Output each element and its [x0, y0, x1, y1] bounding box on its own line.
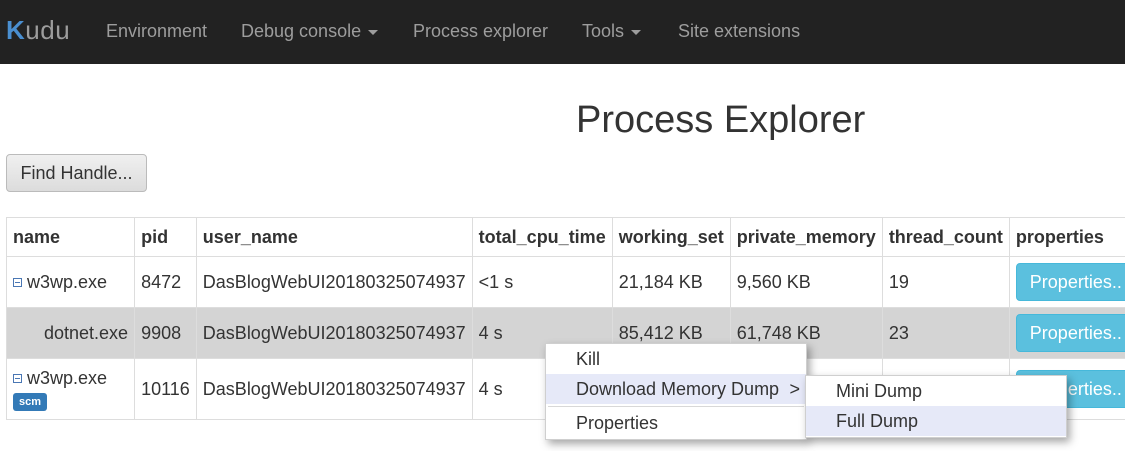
column-header-private-memory: private_memory	[729, 217, 883, 257]
user-name-cell: DasBlogWebUI20180325074937	[195, 307, 473, 359]
nav-site-extensions[interactable]: Site extensions	[678, 20, 800, 42]
nav-tools[interactable]: Tools	[582, 20, 642, 42]
column-header-user-name: user_name	[195, 217, 473, 257]
kudu-logo[interactable]: Kudu	[6, 14, 70, 46]
thread-count-cell: 23	[881, 307, 1010, 359]
pid-cell: 8472	[134, 256, 197, 308]
nav-environment[interactable]: Environment	[106, 20, 207, 42]
page-title: Process Explorer	[576, 99, 866, 141]
process-name-cell[interactable]: w3wp.exe	[5, 256, 136, 308]
properties-button[interactable]: Properties..	[1015, 263, 1125, 301]
properties-button[interactable]: Properties..	[1015, 314, 1125, 352]
nav-debug-console[interactable]: Debug console	[241, 20, 379, 42]
working-set-cell: 21,184 KB	[611, 256, 731, 308]
memory-dump-submenu: Mini Dump Full Dump	[805, 375, 1067, 438]
nav-process-explorer[interactable]: Process explorer	[413, 20, 548, 42]
private-memory-cell: 9,560 KB	[729, 256, 883, 308]
column-header-name: name	[5, 217, 136, 257]
user-name-cell: DasBlogWebUI20180325074937	[195, 256, 473, 308]
process-name-cell[interactable]: dotnet.exe	[5, 307, 136, 359]
scm-badge: scm	[13, 392, 48, 411]
column-header-thread-count: thread_count	[881, 217, 1010, 257]
column-header-pid: pid	[134, 217, 197, 257]
menu-item-properties[interactable]: Properties	[546, 408, 806, 438]
submenu-arrow-icon: >	[789, 379, 800, 399]
menu-item-download-memory-dump[interactable]: Download Memory Dump >	[546, 374, 806, 404]
table-row[interactable]: w3wp.exe 8472 DasBlogWebUI20180325074937…	[5, 256, 1125, 308]
process-name-cell[interactable]: w3wp.exe scm	[5, 358, 136, 420]
find-handle-button[interactable]: Find Handle...	[6, 154, 147, 192]
top-navbar: Kudu Environment Debug console Process e…	[0, 0, 1125, 64]
column-header-total-cpu-time: total_cpu_time	[471, 217, 613, 257]
properties-cell: Properties..	[1008, 256, 1125, 308]
cpu-time-cell: <1 s	[471, 256, 613, 308]
menu-item-mini-dump[interactable]: Mini Dump	[806, 376, 1066, 406]
column-header-working-set: working_set	[611, 217, 731, 257]
pid-cell: 9908	[134, 307, 197, 359]
menu-item-full-dump[interactable]: Full Dump	[806, 406, 1066, 436]
thread-count-cell: 19	[881, 256, 1010, 308]
collapse-icon[interactable]	[13, 373, 22, 383]
pid-cell: 10116	[134, 358, 197, 420]
properties-cell: Properties..	[1008, 307, 1125, 359]
caret-down-icon	[631, 29, 642, 35]
menu-separator	[548, 406, 804, 407]
caret-down-icon	[368, 29, 379, 35]
table-header-row: name pid user_name total_cpu_time workin…	[5, 217, 1125, 257]
menu-item-kill[interactable]: Kill	[546, 344, 806, 374]
column-header-properties: properties	[1008, 217, 1125, 257]
process-context-menu: Kill Download Memory Dump > Properties	[545, 343, 807, 440]
collapse-icon[interactable]	[13, 277, 22, 287]
user-name-cell: DasBlogWebUI20180325074937	[195, 358, 473, 420]
